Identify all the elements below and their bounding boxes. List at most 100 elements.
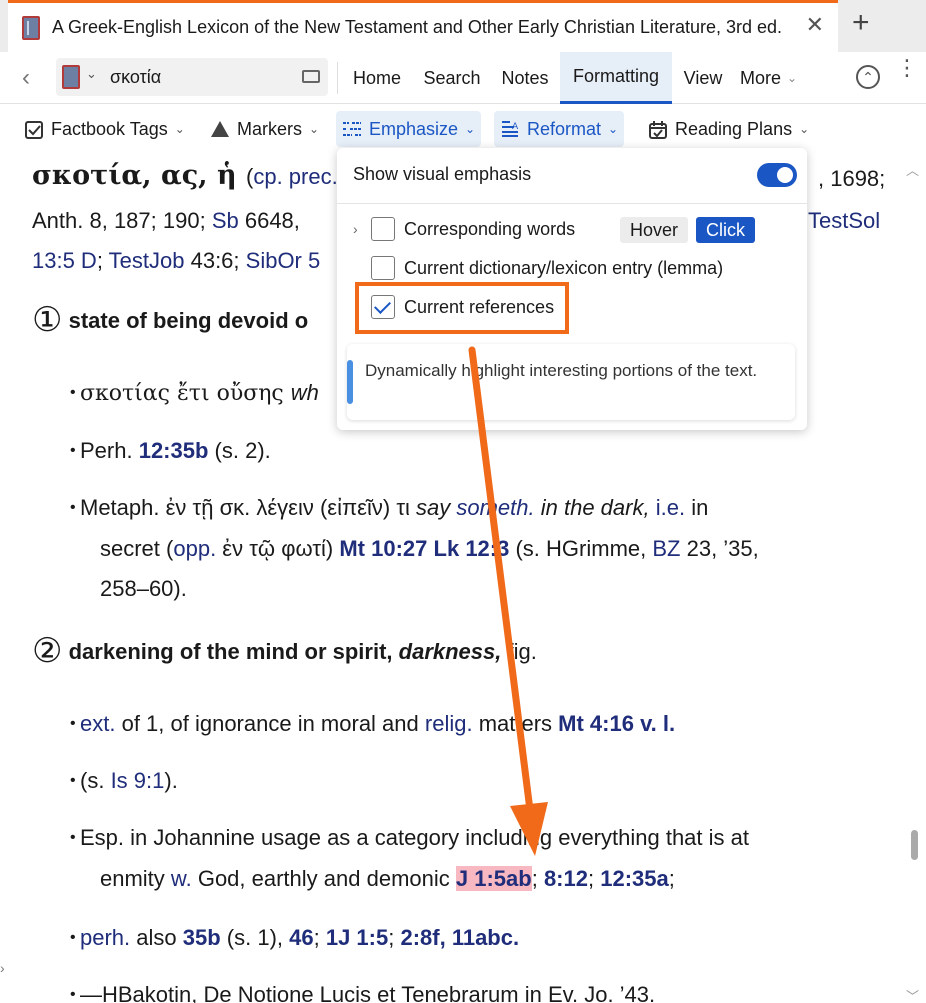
sense-2-definition: darkening of the mind or spirit, — [68, 639, 399, 664]
corresponding-words-checkbox[interactable] — [371, 217, 395, 241]
ie-link[interactable]: i.e. — [656, 495, 685, 520]
menu-formatting[interactable]: Formatting — [560, 52, 672, 104]
chevron-right-icon[interactable]: › — [353, 221, 358, 237]
ref-link[interactable]: 12:35a — [600, 866, 669, 891]
greek-text: ἐν τῷ φωτί) — [216, 536, 340, 561]
ref-link[interactable]: Lk 12:3 — [434, 536, 510, 561]
ref-link[interactable]: 12:35b — [139, 438, 209, 463]
text: enmity — [100, 866, 171, 891]
ref-link[interactable]: 8:12 — [544, 866, 588, 891]
highlighted-reference-link[interactable]: J 1:5ab — [455, 866, 532, 891]
in-text: in — [685, 495, 709, 520]
menu-home[interactable]: Home — [344, 52, 410, 104]
info-text: Dynamically highlight interesting portio… — [365, 361, 758, 380]
text: (s. — [80, 768, 111, 793]
opp-link[interactable]: opp. — [173, 536, 216, 561]
emphasize-button[interactable]: Emphasize ⌄ — [336, 111, 482, 147]
line3-mid: 43:6; — [184, 248, 246, 273]
list-item: Perh. 12:35b (s. 2). — [70, 438, 271, 464]
reference-box[interactable]: ⌄ σκοτία — [56, 58, 328, 96]
menu-more-label: More — [740, 67, 782, 88]
menu-more[interactable]: More ⌄ — [740, 52, 816, 104]
reading-plans-button[interactable]: Reading Plans ⌄ — [642, 111, 815, 147]
ref-link[interactable]: Is 9:1 — [111, 768, 165, 793]
testsol-link[interactable]: TestSol — [808, 208, 880, 234]
menu-search[interactable]: Search — [416, 52, 488, 104]
show-visual-emphasis-toggle[interactable] — [757, 163, 797, 187]
close-tab-icon[interactable]: ✕ — [806, 14, 824, 36]
menu-notes[interactable]: Notes — [494, 52, 556, 104]
add-tab-icon[interactable]: + — [852, 8, 870, 38]
ref-link[interactable]: 46 — [289, 925, 313, 950]
divider — [337, 203, 807, 204]
current-references-label: Current references — [404, 297, 555, 317]
info-accent-bar — [347, 360, 353, 404]
ref-link[interactable]: Mt 10:27 — [339, 536, 427, 561]
perh-link[interactable]: perh. — [80, 925, 130, 950]
markers-button[interactable]: Markers ⌄ — [204, 111, 325, 147]
list-item: σκοτίας ἔτι οὔσης wh — [70, 380, 319, 406]
menu-view[interactable]: View — [676, 52, 730, 104]
sense-2: ② darkening of the mind or spirit, darkn… — [32, 631, 537, 671]
ref-link[interactable]: 2:8f, 11abc. — [400, 925, 519, 950]
reformat-button[interactable]: A Reformat ⌄ — [494, 111, 625, 147]
more-options-icon[interactable]: ⋮ — [896, 57, 918, 79]
entry-line-2: Anth. 8, 187; 190; Sb 6648, — [32, 208, 300, 234]
scroll-down-icon[interactable]: ﹀ — [906, 986, 919, 1003]
list-item: Metaph. ἐν τῇ σκ. λέγειν (εἰπεῖν) τι say… — [70, 495, 709, 521]
collapse-icon[interactable]: ⌃ — [856, 65, 880, 89]
text: (s. 1), — [220, 925, 290, 950]
book-icon[interactable] — [62, 65, 80, 89]
chevron-down-icon: ⌄ — [799, 122, 810, 136]
line2-text-b: 6648, — [238, 208, 300, 233]
keyboard-icon[interactable] — [302, 70, 320, 83]
relig-link[interactable]: relig. — [425, 711, 473, 736]
someth-link[interactable]: someth. — [456, 495, 534, 520]
w-link[interactable]: w. — [171, 866, 192, 891]
back-arrow-icon[interactable]: ‹ — [22, 64, 30, 92]
list-item-continuation: secret (opp. ἐν τῷ φωτί) Mt 10:27 Lk 12:… — [100, 536, 759, 562]
ref-link[interactable]: 1J 1:5 — [326, 925, 388, 950]
ext-link[interactable]: ext. — [80, 711, 115, 736]
emphasize-dropdown: Show visual emphasis › Corresponding wor… — [337, 148, 807, 430]
cp-prec-link[interactable]: cp. prec. — [253, 164, 337, 189]
dark-text: in the dark, — [534, 495, 656, 520]
factbook-tags-button[interactable]: Factbook Tags ⌄ — [18, 111, 191, 147]
sense-number-2: ② — [32, 631, 63, 671]
click-option[interactable]: Click — [696, 217, 755, 243]
markers-label: Markers — [237, 118, 303, 139]
cite-tail: 23, ’35, — [680, 536, 759, 561]
document-tab[interactable]: A Greek-English Lexicon of the New Testa… — [8, 0, 838, 52]
sense-number-1: ① — [32, 300, 63, 340]
calendar-icon — [648, 120, 668, 139]
gloss-text: wh — [290, 380, 319, 405]
current-lemma-label: Current dictionary/lexicon entry (lemma) — [404, 258, 724, 278]
nav-bar: ‹ ⌄ σκοτία Home Search Notes Formatting … — [0, 52, 926, 104]
reference-input[interactable]: σκοτία — [110, 67, 161, 88]
scrollbar-thumb[interactable] — [911, 830, 918, 860]
entry-line-3: 13:5 D; TestJob 43:6; SibOr 5 — [32, 248, 320, 274]
headword: σκοτία, ας, ἡ (cp. prec. — [32, 160, 338, 191]
scroll-up-icon[interactable]: ︿ — [906, 160, 919, 179]
sibor-link[interactable]: SibOr 5 — [246, 248, 321, 273]
bz-link[interactable]: BZ — [652, 536, 680, 561]
ref-link[interactable]: 13:5 D — [32, 248, 97, 273]
show-visual-emphasis-label: Show visual emphasis — [353, 164, 532, 184]
chevron-down-icon[interactable]: ⌄ — [86, 66, 97, 82]
expand-sidebar-icon[interactable]: › — [0, 960, 5, 976]
current-lemma-checkbox[interactable] — [371, 256, 395, 280]
emphasize-label: Emphasize — [369, 118, 459, 139]
testsol-link-text[interactable]: TestSol — [808, 208, 880, 233]
testjob-link[interactable]: TestJob — [109, 248, 185, 273]
greek-text: σκοτίας ἔτι οὔσης — [80, 381, 291, 406]
emphasize-icon — [342, 120, 362, 138]
text: also — [130, 925, 183, 950]
list-item: —HBakotin, De Notione Lucis et Tenebraru… — [70, 982, 655, 1003]
current-references-checkbox[interactable] — [371, 295, 395, 319]
sb-link[interactable]: Sb — [212, 208, 239, 233]
ref-link[interactable]: 35b — [183, 925, 221, 950]
svg-text:A: A — [512, 122, 519, 132]
ref-link[interactable]: Mt 4:16 v. l. — [558, 711, 675, 736]
line2-text: Anth. 8, 187; 190; — [32, 208, 212, 233]
hover-option[interactable]: Hover — [620, 217, 689, 243]
